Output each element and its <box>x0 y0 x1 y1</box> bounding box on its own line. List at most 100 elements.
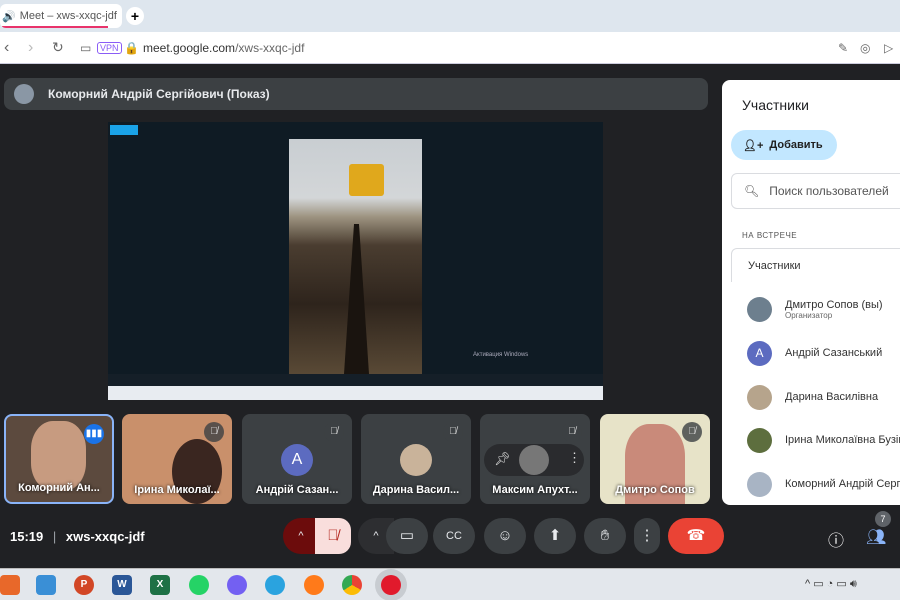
participant-name: Коморний Андрій Серг <box>785 478 900 490</box>
participants-count-badge: 7 <box>875 511 891 527</box>
avatar <box>747 427 772 453</box>
reload-icon[interactable]: ↻ <box>52 39 64 56</box>
add-label: Добавить <box>769 139 823 151</box>
tab-underline <box>2 26 108 28</box>
participant-name: Ірина Миколаївна Бузін <box>785 434 900 446</box>
participant-tile[interactable]: 🎙̸ Дарина Васил... <box>361 414 471 504</box>
tile-name: Дмитро Сопов <box>615 484 695 496</box>
mic-off-icon: 🎙̸ <box>682 422 702 442</box>
participant-item[interactable]: Дарина Василівна <box>747 382 878 412</box>
meeting-code: xws-xxqc-jdf <box>65 529 145 544</box>
participant-role: Организатор <box>785 310 833 320</box>
viber-icon[interactable] <box>227 575 247 595</box>
screenshot-icon[interactable]: ◎ <box>860 41 870 55</box>
speaker-icon: 🔊 <box>2 10 16 23</box>
participant-item[interactable]: Коморний Андрій Серг <box>747 469 900 499</box>
powerpoint-icon[interactable]: P <box>74 575 94 595</box>
send-icon[interactable]: ▷ <box>884 41 893 55</box>
opera-icon[interactable] <box>381 575 401 595</box>
chrome-icon[interactable] <box>342 575 362 595</box>
new-tab-button[interactable]: + <box>126 7 144 25</box>
search-people-input[interactable]: 🔍︎ Поиск пользователей <box>731 173 900 209</box>
participants-group-header[interactable]: Участники <box>731 248 900 282</box>
panel-title: Участники <box>742 97 809 113</box>
camera-toggle-button[interactable]: ▭ <box>386 518 428 554</box>
avatar: А <box>747 340 772 366</box>
speaking-icon: ▮▮▮ <box>84 424 104 444</box>
participant-tile[interactable]: 🎙̸ Дмитро Сопов <box>600 414 710 504</box>
tab-title: Meet – xws-xxqc-jdf <box>19 10 117 22</box>
info-icon[interactable]: ⓘ <box>828 527 844 551</box>
raise-hand-button[interactable]: ✋︎ <box>584 518 626 554</box>
section-label: НА ВСТРЕЧЕ <box>742 231 798 240</box>
participant-item[interactable]: А Андрій Сазанський <box>747 338 882 368</box>
word-icon[interactable]: W <box>112 575 132 595</box>
participant-name: Дарина Василівна <box>785 391 879 403</box>
search-placeholder: Поиск пользователей <box>769 184 889 198</box>
tile-name: Дарина Васил... <box>372 484 460 496</box>
more-icon[interactable]: ⋮ <box>568 450 581 466</box>
present-button[interactable]: ⬆ <box>534 518 576 554</box>
captions-button[interactable]: CC <box>433 518 475 554</box>
shared-edit-button <box>110 125 138 135</box>
avatar <box>747 384 772 410</box>
separator: | <box>52 529 57 544</box>
shared-photo <box>289 139 422 375</box>
shared-statusbar <box>108 374 603 386</box>
tile-hover-controls: 📌︎ ⋮ <box>484 444 584 476</box>
people-icon[interactable]: 👥︎ <box>866 527 886 547</box>
system-tray[interactable]: ^ ▭ ◔ ▭ 🔊︎ <box>805 577 857 591</box>
mic-off-icon: 🎙̸ <box>204 422 224 442</box>
pin-icon[interactable]: 📌︎ <box>494 451 511 467</box>
forward-icon[interactable]: › <box>28 39 33 57</box>
participant-tile[interactable]: 🎙̸ Ірина Миколаї... <box>122 414 232 504</box>
edit-icon[interactable]: ✎ <box>838 41 848 55</box>
participant-item[interactable]: Дмитро Сопов (вы) Организатор <box>747 294 883 324</box>
participant-tile[interactable]: ▮▮▮ Коморний Ан... <box>4 414 114 504</box>
avatar <box>400 444 432 476</box>
add-person-icon: 👤︎+ <box>743 139 764 152</box>
firefox-icon[interactable] <box>304 575 324 595</box>
excavator <box>349 164 384 196</box>
shared-window-titlebar <box>108 122 603 136</box>
presenter-header: Коморний Андрій Сергійович (Показ) <box>4 78 708 110</box>
audio-options-button[interactable]: ^ <box>283 518 319 554</box>
participant-name: Андрій Сазанський <box>785 347 883 359</box>
url-field[interactable]: meet.google.com/xws-xxqc-jdf <box>143 41 304 55</box>
tile-name: Максим Апухт... <box>492 484 578 496</box>
tile-name: Коморний Ан... <box>18 482 100 494</box>
os-taskbar: P W X ^ ▭ ◔ ▭ 🔊︎ <box>0 568 900 600</box>
address-bar: ‹ › ↻ ▭ VPN 🔒 meet.google.com/xws-xxqc-j… <box>0 32 900 64</box>
trench <box>344 224 369 374</box>
avatar <box>519 445 549 475</box>
more-options-button[interactable]: ⋮ <box>634 518 660 554</box>
excel-icon[interactable]: X <box>150 575 170 595</box>
vpn-badge[interactable]: VPN <box>97 41 122 54</box>
telegram-icon[interactable] <box>265 575 285 595</box>
mic-off-icon: 🎙̸ <box>443 422 463 442</box>
mic-off-icon: 🎙̸ <box>562 422 582 442</box>
whatsapp-icon[interactable] <box>189 575 209 595</box>
media-player-icon[interactable] <box>0 575 20 595</box>
mic-toggle-button[interactable]: 🎙̸ <box>315 518 351 554</box>
camera-icon: ▭ <box>80 40 92 55</box>
avatar <box>747 471 772 497</box>
lock-icon: 🔒 <box>124 40 139 55</box>
presenter-avatar <box>14 84 34 104</box>
emoji-button[interactable]: ☺ <box>484 518 526 554</box>
paint-icon[interactable] <box>36 575 56 595</box>
add-people-button[interactable]: 👤︎+ Добавить <box>731 130 837 160</box>
browser-tab[interactable]: 🔊 Meet – xws-xxqc-jdf <box>0 4 122 28</box>
browser-tab-bar: 🔊 Meet – xws-xxqc-jdf + <box>0 0 900 32</box>
participant-tile[interactable]: А 🎙̸ Андрій Сазан... <box>242 414 352 504</box>
participant-item[interactable]: Ірина Миколаївна Бузін <box>747 425 900 455</box>
presenter-name: Коморний Андрій Сергійович (Показ) <box>48 87 270 101</box>
end-call-button[interactable]: ☎︎ <box>668 518 724 554</box>
participants-panel: Участники 👤︎+ Добавить 🔍︎ Поиск пользовате… <box>722 80 900 505</box>
participant-name: Дмитро Сопов (вы) <box>785 298 883 311</box>
back-icon[interactable]: ‹ <box>4 39 9 57</box>
windows-watermark: Активация Windows <box>473 352 529 358</box>
participant-tile[interactable]: 📌︎ ⋮ 🎙̸ Максим Апухт... <box>480 414 590 504</box>
shared-screen: Активация Windows <box>108 122 603 400</box>
search-icon: 🔍︎ <box>744 184 760 198</box>
